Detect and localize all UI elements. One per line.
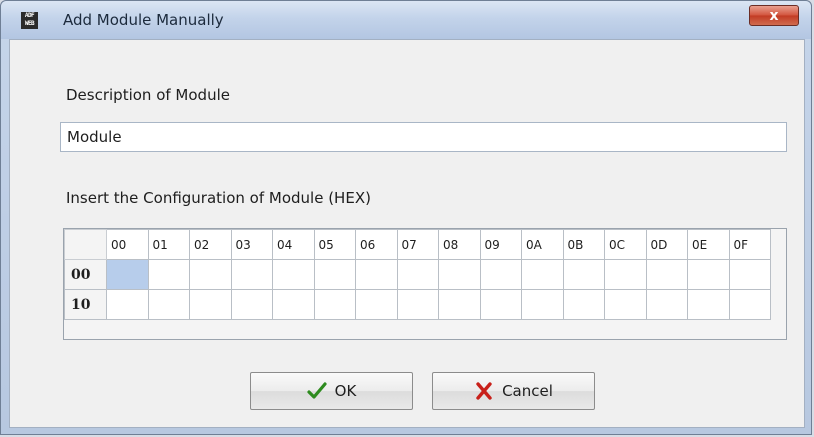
hex-cell[interactable] — [479, 259, 522, 290]
hex-cell[interactable] — [189, 289, 232, 320]
column-header: 02 — [189, 229, 232, 260]
hex-cell[interactable] — [687, 289, 730, 320]
title-bar[interactable]: ADF WEB Add Module Manually x — [1, 1, 811, 39]
hex-cell[interactable] — [230, 289, 273, 320]
hex-cell[interactable] — [604, 259, 647, 290]
column-header: 0C — [604, 229, 647, 260]
column-header: 05 — [313, 229, 356, 260]
column-header: 09 — [479, 229, 522, 260]
hex-cell[interactable] — [604, 289, 647, 320]
row-header: 00 — [64, 259, 107, 290]
column-header: 00 — [106, 229, 149, 260]
column-header: 0F — [728, 229, 771, 260]
column-header: 0D — [645, 229, 688, 260]
hex-cell[interactable] — [272, 289, 315, 320]
checkmark-icon — [307, 382, 327, 399]
hex-cell[interactable] — [438, 289, 481, 320]
ok-button-label: OK — [334, 382, 357, 400]
dialog-body: Description of Module Insert the Configu… — [9, 39, 805, 428]
hex-cell[interactable] — [147, 259, 190, 290]
ok-button[interactable]: OK — [250, 372, 413, 410]
column-header: 03 — [230, 229, 273, 260]
grid-row: 10 — [64, 289, 771, 320]
hex-cell[interactable] — [728, 259, 771, 290]
hex-table: 00 01 02 03 04 05 06 07 08 09 0A 0B 0C 0… — [64, 229, 771, 320]
window-title: Add Module Manually — [63, 11, 224, 29]
description-input[interactable] — [60, 122, 787, 152]
grid-row: 00 — [64, 259, 771, 290]
x-mark-icon — [476, 382, 492, 400]
grid-header-row: 00 01 02 03 04 05 06 07 08 09 0A 0B 0C 0… — [64, 229, 771, 260]
cancel-button-label: Cancel — [502, 382, 553, 400]
hex-cell[interactable] — [396, 289, 439, 320]
hex-cell[interactable] — [272, 259, 315, 290]
hex-cell[interactable] — [355, 289, 398, 320]
hex-cell[interactable] — [645, 259, 688, 290]
hex-cell-selected[interactable] — [106, 259, 149, 290]
column-header: 07 — [396, 229, 439, 260]
hex-cell[interactable] — [106, 289, 149, 320]
app-logo-icon: ADF WEB — [21, 12, 38, 29]
config-label: Insert the Configuration of Module (HEX) — [66, 189, 371, 207]
hex-cell[interactable] — [562, 259, 605, 290]
hex-cell[interactable] — [438, 259, 481, 290]
hex-cell[interactable] — [728, 289, 771, 320]
hex-cell[interactable] — [147, 289, 190, 320]
hex-cell[interactable] — [521, 289, 564, 320]
hex-cell[interactable] — [189, 259, 232, 290]
hex-cell[interactable] — [355, 259, 398, 290]
close-button[interactable]: x — [749, 5, 799, 26]
hex-cell[interactable] — [230, 259, 273, 290]
hex-cell[interactable] — [479, 289, 522, 320]
column-header: 08 — [438, 229, 481, 260]
hex-cell[interactable] — [396, 259, 439, 290]
cancel-button[interactable]: Cancel — [432, 372, 595, 410]
row-header: 10 — [64, 289, 107, 320]
hex-cell[interactable] — [687, 259, 730, 290]
close-icon: x — [769, 8, 779, 24]
description-label: Description of Module — [66, 86, 230, 104]
column-header: 0A — [521, 229, 564, 260]
hex-cell[interactable] — [313, 259, 356, 290]
hex-cell[interactable] — [313, 289, 356, 320]
column-header: 0B — [562, 229, 605, 260]
column-header: 06 — [355, 229, 398, 260]
hex-cell[interactable] — [645, 289, 688, 320]
grid-corner — [64, 229, 107, 260]
column-header: 01 — [147, 229, 190, 260]
hex-cell[interactable] — [521, 259, 564, 290]
dialog-window: ADF WEB Add Module Manually x Description… — [0, 0, 812, 435]
hex-config-grid: 00 01 02 03 04 05 06 07 08 09 0A 0B 0C 0… — [63, 228, 787, 340]
hex-cell[interactable] — [562, 289, 605, 320]
column-header: 04 — [272, 229, 315, 260]
column-header: 0E — [687, 229, 730, 260]
